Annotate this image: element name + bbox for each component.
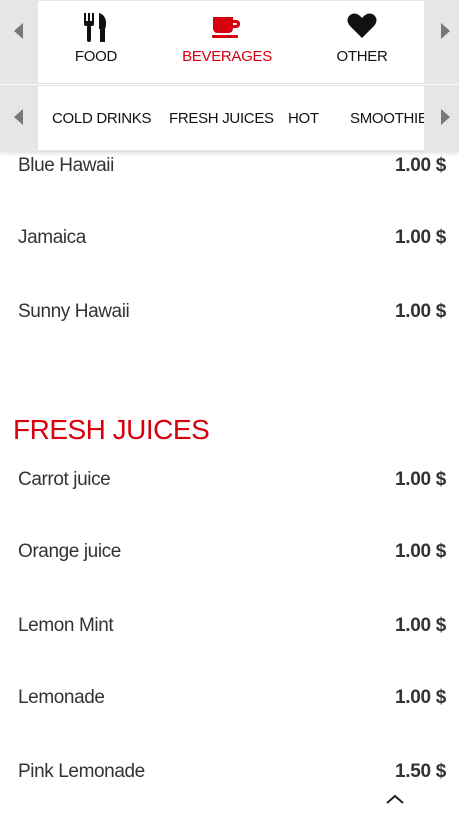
tab-other-label: OTHER (336, 48, 388, 65)
menu-item-price: 1.50 $ (394, 761, 446, 782)
menu-item-name: Lemonade (18, 687, 105, 708)
category-bar: FOOD BEVERAGES OTHER (0, 0, 459, 84)
subcategory-next-arrow[interactable] (426, 85, 459, 151)
coffee-cup-icon (167, 13, 287, 43)
fork-knife-icon (36, 13, 156, 43)
tab-food[interactable]: FOOD (36, 1, 156, 83)
menu-item-name: Pink Lemonade (18, 761, 145, 782)
tab-fresh-juices[interactable]: FRESH JUICES (169, 86, 274, 150)
menu-item-name: Jamaica (18, 227, 86, 248)
tab-other[interactable]: OTHER (302, 1, 422, 83)
subcategory-prev-arrow[interactable] (0, 85, 38, 151)
menu-item-price: 1.00 $ (394, 227, 446, 248)
menu-item[interactable]: Lemon Mint 1.00 $ (18, 615, 446, 645)
menu-item-name: Orange juice (18, 541, 121, 562)
tab-food-label: FOOD (74, 48, 118, 65)
category-next-arrow[interactable] (426, 0, 459, 84)
menu-item-price: 1.00 $ (394, 615, 446, 636)
tab-beverages-label: BEVERAGES (182, 48, 272, 65)
menu-item-price: 1.00 $ (394, 541, 446, 562)
heart-icon (302, 13, 422, 43)
menu-item[interactable]: Carrot juice 1.00 $ (18, 469, 446, 499)
section-title: FRESH JUICES (13, 414, 210, 445)
category-tabs: FOOD BEVERAGES OTHER (38, 1, 424, 83)
category-prev-arrow[interactable] (0, 0, 38, 84)
menu-item-name: Sunny Hawaii (18, 301, 130, 322)
menu-item-name: Lemon Mint (18, 615, 114, 636)
chevron-up-icon (386, 794, 404, 804)
menu-item-price: 1.00 $ (394, 469, 446, 490)
menu-item-name: Blue Hawaii (18, 155, 114, 176)
menu-item[interactable]: Orange juice 1.00 $ (18, 541, 446, 571)
menu-item[interactable]: Sunny Hawaii 1.00 $ (18, 301, 446, 331)
tab-hot[interactable]: HOT (288, 86, 319, 150)
scroll-to-top-button[interactable] (380, 787, 410, 811)
menu-item-price: 1.00 $ (394, 155, 446, 176)
menu-item[interactable]: Blue Hawaii 1.00 $ (18, 155, 446, 185)
tab-smoothies[interactable]: SMOOTHIES (350, 86, 424, 150)
menu-item-price: 1.00 $ (394, 687, 446, 708)
subcategory-bar: COLD DRINKS FRESH JUICES HOT SMOOTHIES (0, 85, 459, 151)
tab-cold-drinks[interactable]: COLD DRINKS (52, 86, 152, 150)
menu-item[interactable]: Lemonade 1.00 $ (18, 687, 446, 717)
menu-item[interactable]: Jamaica 1.00 $ (18, 227, 446, 257)
tab-beverages[interactable]: BEVERAGES (167, 1, 287, 83)
subcategory-tabs: COLD DRINKS FRESH JUICES HOT SMOOTHIES (38, 86, 424, 150)
menu-item-price: 1.00 $ (394, 301, 446, 322)
menu-item-name: Carrot juice (18, 469, 111, 490)
